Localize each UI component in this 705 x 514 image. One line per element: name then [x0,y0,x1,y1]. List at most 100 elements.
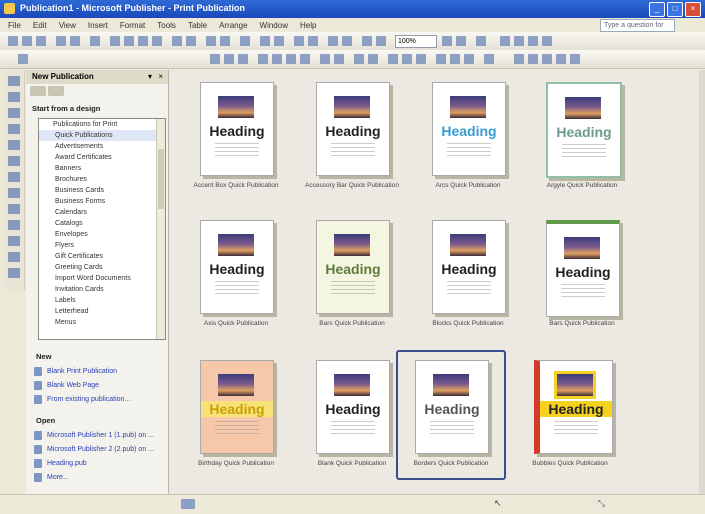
underline-icon[interactable] [238,54,248,64]
recent-file-link[interactable]: Microsoft Publisher 1 (1.pub) on ... [34,428,166,442]
insert-picture-icon[interactable] [294,36,304,46]
zoom-select[interactable]: 100% [395,35,437,48]
line-color-icon[interactable] [402,54,412,64]
pointer-icon[interactable] [18,54,28,64]
save-icon[interactable] [36,36,46,46]
tree-item[interactable]: Envelopes [39,229,165,240]
minimize-button[interactable]: _ [649,2,665,17]
menu-file[interactable]: File [8,21,21,30]
tree-item[interactable]: Labels [39,295,165,306]
gallery-item[interactable]: Heading Bars Quick Publication [299,212,405,338]
align-center-icon[interactable] [272,54,282,64]
gallery-item[interactable]: Heading Bubbles Quick Publication [517,352,623,478]
font-color-icon[interactable] [416,54,426,64]
line-tool-icon[interactable] [8,156,20,166]
gallery-item[interactable]: Heading Bars Quick Publication [529,212,635,338]
italic-icon[interactable] [224,54,234,64]
zoom-in-icon[interactable] [456,36,466,46]
blank-print-publication-link[interactable]: Blank Print Publication [34,364,166,378]
font-icon[interactable] [528,36,538,46]
tree-item[interactable]: Flyers [39,240,165,251]
page-navigation-icon[interactable] [181,499,195,509]
menu-arrange[interactable]: Arrange [219,21,247,30]
spelling-icon[interactable] [90,36,100,46]
recolor-icon[interactable] [570,54,580,64]
zoom-out-icon[interactable] [442,36,452,46]
align-left-icon[interactable] [258,54,268,64]
line-style-icon[interactable] [436,54,446,64]
wordart-tool-icon[interactable] [8,124,20,134]
task-pane-menu-icon[interactable]: ▾ [148,70,152,84]
print-icon[interactable] [56,36,66,46]
increase-indent-icon[interactable] [368,54,378,64]
gallery-item[interactable]: Heading Blank Quick Publication [299,352,405,478]
open-icon[interactable] [22,36,32,46]
text-box-icon[interactable] [328,36,338,46]
menu-insert[interactable]: Insert [88,21,108,30]
3d-style-icon[interactable] [514,54,524,64]
cut-icon[interactable] [110,36,120,46]
gallery-item[interactable]: Heading Accent Box Quick Publication [183,74,289,200]
tree-scrollbar[interactable] [156,119,165,339]
recent-file-link[interactable]: Heading.pub [34,456,166,470]
tree-item-publications-for-print[interactable]: Publications for Print [39,119,165,130]
tree-item[interactable]: Invitation Cards [39,284,165,295]
gallery-item-selected[interactable]: Heading Borders Quick Publication [396,350,506,480]
show-whitespace-icon[interactable] [362,36,372,46]
decrease-indent-icon[interactable] [354,54,364,64]
menu-format[interactable]: Format [120,21,145,30]
tree-item[interactable]: Menus [39,317,165,328]
tree-item[interactable]: Brochures [39,174,165,185]
align-right-icon[interactable] [286,54,296,64]
help-icon[interactable] [476,36,486,46]
shadow-style-icon[interactable] [484,54,494,64]
menu-window[interactable]: Window [260,21,288,30]
menu-table[interactable]: Table [188,21,207,30]
menu-view[interactable]: View [59,21,76,30]
picture-frame-icon[interactable] [8,140,20,150]
styles-icon[interactable] [514,36,524,46]
gallery-item[interactable]: Heading Accessory Bar Quick Publication [299,74,405,200]
recent-file-link[interactable]: Microsoft Publisher 2 (2.pub) on ... [34,442,166,456]
tree-item[interactable]: Award Certificates [39,152,165,163]
maximize-button[interactable]: □ [667,2,683,17]
new-icon[interactable] [8,36,18,46]
menu-edit[interactable]: Edit [33,21,47,30]
form-control-icon[interactable] [8,252,20,262]
rectangle-tool-icon[interactable] [8,204,20,214]
menu-help[interactable]: Help [300,21,316,30]
task-pane-close-icon[interactable]: × [158,70,163,84]
picture-toolbar-icon[interactable] [528,54,538,64]
redo-icon[interactable] [186,36,196,46]
tree-item[interactable]: Banners [39,163,165,174]
crop-icon[interactable] [556,54,566,64]
back-icon[interactable] [30,86,46,96]
autoshapes-icon[interactable] [8,220,20,230]
wrap-text-icon[interactable] [542,54,552,64]
from-existing-publication-link[interactable]: From existing publication... [34,392,166,406]
paste-icon[interactable] [138,36,148,46]
forward-icon[interactable] [48,86,64,96]
select-objects-icon[interactable] [8,76,20,86]
tree-item[interactable]: Calendars [39,207,165,218]
tree-scroll-thumb[interactable] [158,149,164,209]
columns-icon[interactable] [260,36,270,46]
gallery-scrollbar[interactable] [699,70,705,494]
text-box-tool-icon[interactable] [8,92,20,102]
tree-item[interactable]: Import Word Documents [39,273,165,284]
gallery-item[interactable]: Heading Arcs Quick Publication [415,74,521,200]
hot-spot-icon[interactable] [8,236,20,246]
table-tool-icon[interactable] [8,108,20,118]
gallery-item[interactable]: Heading Blocks Quick Publication [415,212,521,338]
tree-item[interactable]: Letterhead [39,306,165,317]
bold-icon[interactable] [210,54,220,64]
fill-color-icon[interactable] [388,54,398,64]
task-pane-icon[interactable] [500,36,510,46]
gallery-item[interactable]: Heading Axis Quick Publication [183,212,289,338]
numbering-icon[interactable] [320,54,330,64]
tree-item[interactable]: Catalogs [39,218,165,229]
menu-tools[interactable]: Tools [157,21,176,30]
format-painter-icon[interactable] [152,36,162,46]
arrow-style-icon[interactable] [464,54,474,64]
color-icon[interactable] [542,36,552,46]
